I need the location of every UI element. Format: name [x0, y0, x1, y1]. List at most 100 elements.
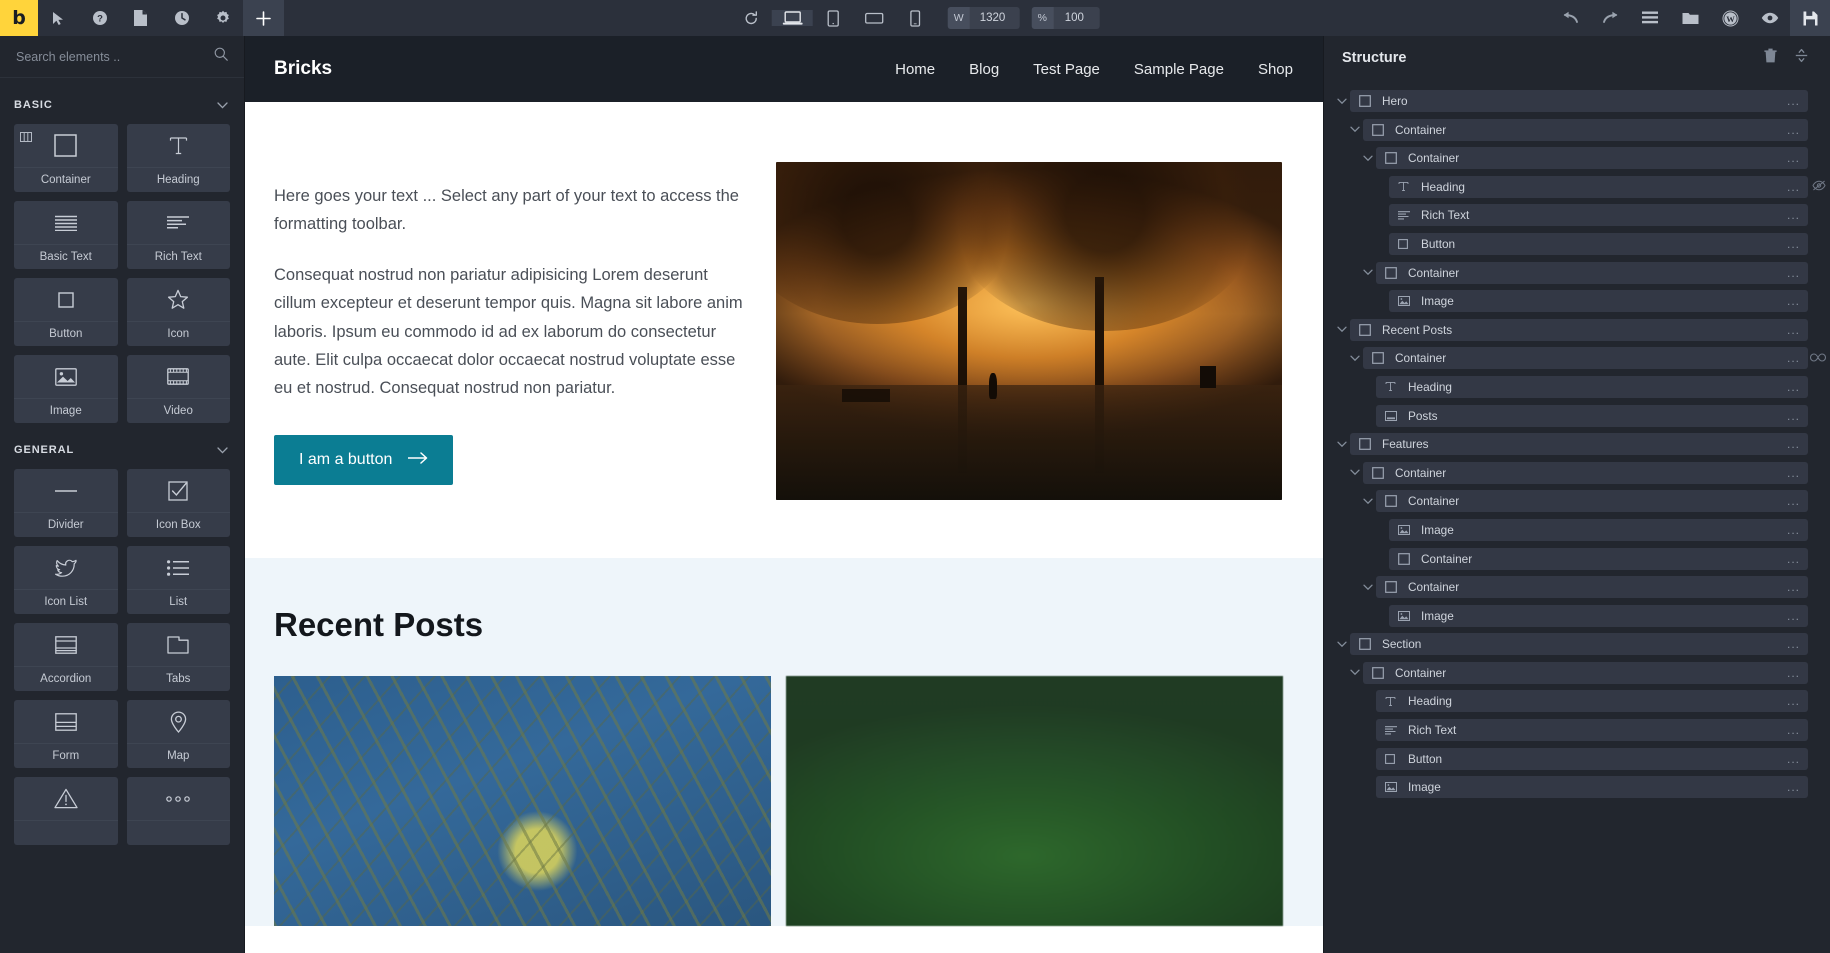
- cursor-icon[interactable]: [38, 0, 79, 36]
- structure-node-menu-button[interactable]: ...: [1787, 609, 1800, 623]
- bricks-logo-button[interactable]: b: [0, 0, 38, 36]
- structure-node-menu-button[interactable]: ...: [1787, 494, 1800, 508]
- post-thumbnail-image[interactable]: [786, 676, 1283, 926]
- chevron-down-icon[interactable]: [1334, 98, 1350, 105]
- structure-node-menu-button[interactable]: ...: [1787, 237, 1800, 251]
- element-tile-accordion[interactable]: Accordion: [14, 623, 118, 691]
- save-button[interactable]: [1790, 0, 1830, 36]
- structure-node-row[interactable]: Container...: [1363, 462, 1808, 484]
- structure-node-menu-button[interactable]: ...: [1787, 637, 1800, 651]
- redo-icon[interactable]: [1590, 0, 1630, 36]
- element-tile-image[interactable]: Image: [14, 355, 118, 423]
- post-card[interactable]: [274, 676, 771, 926]
- hero-paragraph-1[interactable]: Here goes your text ... Select any part …: [274, 182, 752, 239]
- recent-posts-section[interactable]: Recent Posts: [245, 558, 1323, 926]
- element-tile-icon[interactable]: Icon: [127, 278, 231, 346]
- structure-node-row[interactable]: Container...: [1389, 548, 1808, 570]
- canvas-zoom-field[interactable]: % 100: [1031, 7, 1099, 29]
- element-tile-list[interactable]: List: [127, 546, 231, 614]
- structure-node-menu-button[interactable]: ...: [1787, 694, 1800, 708]
- canvas-zoom-value[interactable]: 100: [1053, 7, 1099, 29]
- page-canvas[interactable]: Bricks Home Blog Test Page Sample Page S…: [245, 36, 1323, 953]
- templates-icon[interactable]: [1670, 0, 1710, 36]
- structure-node-menu-button[interactable]: ...: [1787, 123, 1800, 137]
- chevron-down-icon[interactable]: [1334, 326, 1350, 333]
- collapse-icon[interactable]: [1795, 48, 1808, 68]
- element-tile-video[interactable]: Video: [127, 355, 231, 423]
- element-tile-divider[interactable]: Divider: [14, 469, 118, 537]
- chevron-down-icon[interactable]: [217, 96, 228, 114]
- structure-node-row[interactable]: Container...: [1376, 262, 1808, 284]
- chevron-down-icon[interactable]: [1360, 269, 1376, 276]
- nav-item-blog[interactable]: Blog: [969, 61, 999, 78]
- desktop-icon[interactable]: [772, 10, 813, 26]
- element-tile-icon-list[interactable]: Icon List: [14, 546, 118, 614]
- add-element-button[interactable]: [243, 0, 284, 36]
- help-icon[interactable]: ?: [79, 0, 120, 36]
- structure-node-menu-button[interactable]: ...: [1787, 666, 1800, 680]
- chevron-down-icon[interactable]: [1334, 641, 1350, 648]
- structure-node-menu-button[interactable]: ...: [1787, 752, 1800, 766]
- page-icon[interactable]: [120, 0, 161, 36]
- nav-item-test-page[interactable]: Test Page: [1033, 61, 1100, 78]
- element-tile-rich-text[interactable]: Rich Text: [127, 201, 231, 269]
- structure-node-row[interactable]: Container...: [1376, 147, 1808, 169]
- search-icon[interactable]: [214, 47, 228, 66]
- hero-cta-button[interactable]: I am a button: [274, 435, 453, 485]
- structure-node-menu-button[interactable]: ...: [1787, 437, 1800, 451]
- chevron-down-icon[interactable]: [1360, 498, 1376, 505]
- structure-node-menu-button[interactable]: ...: [1787, 351, 1800, 365]
- structure-node-menu-button[interactable]: ...: [1787, 208, 1800, 222]
- nav-item-sample-page[interactable]: Sample Page: [1134, 61, 1224, 78]
- chevron-down-icon[interactable]: [1360, 584, 1376, 591]
- element-tile-icon-box[interactable]: Icon Box: [127, 469, 231, 537]
- canvas-width-field[interactable]: W 1320: [948, 7, 1020, 29]
- structure-node-row[interactable]: Heading...: [1376, 690, 1808, 712]
- chevron-down-icon[interactable]: [1360, 155, 1376, 162]
- structure-node-menu-button[interactable]: ...: [1787, 294, 1800, 308]
- structure-node-menu-button[interactable]: ...: [1787, 580, 1800, 594]
- element-tile-form[interactable]: Form: [14, 700, 118, 768]
- hero-section[interactable]: Here goes your text ... Select any part …: [245, 102, 1323, 500]
- undo-icon[interactable]: [1550, 0, 1590, 36]
- hero-image-container[interactable]: [776, 162, 1282, 500]
- post-card[interactable]: [786, 676, 1283, 926]
- recent-posts-heading[interactable]: Recent Posts: [274, 606, 1294, 644]
- structure-node-menu-button[interactable]: ...: [1787, 780, 1800, 794]
- structure-node-row[interactable]: Image...: [1389, 605, 1808, 627]
- element-tile-button[interactable]: Button: [14, 278, 118, 346]
- chevron-down-icon[interactable]: [1334, 441, 1350, 448]
- chevron-down-icon[interactable]: [1347, 469, 1363, 476]
- nav-item-home[interactable]: Home: [895, 61, 935, 78]
- mobile-icon[interactable]: [895, 10, 936, 27]
- chevron-down-icon[interactable]: [1347, 126, 1363, 133]
- structure-node-menu-button[interactable]: ...: [1787, 94, 1800, 108]
- structure-node-row[interactable]: Image...: [1389, 290, 1808, 312]
- gear-icon[interactable]: [202, 0, 243, 36]
- site-header[interactable]: Bricks Home Blog Test Page Sample Page S…: [245, 36, 1323, 102]
- element-tile-container[interactable]: Container: [14, 124, 118, 192]
- element-tile-heading[interactable]: Heading: [127, 124, 231, 192]
- structure-node-row[interactable]: Container...: [1376, 576, 1808, 598]
- structure-node-row[interactable]: Button...: [1389, 233, 1808, 255]
- preview-icon[interactable]: [1750, 0, 1790, 36]
- structure-node-row[interactable]: Heading...: [1376, 376, 1808, 398]
- eye-off-icon[interactable]: [1812, 178, 1826, 196]
- structure-node-row[interactable]: Heading...: [1389, 176, 1808, 198]
- search-input[interactable]: [16, 50, 201, 64]
- structure-node-menu-button[interactable]: ...: [1787, 266, 1800, 280]
- chevron-down-icon[interactable]: [217, 441, 228, 459]
- structure-node-row[interactable]: Features...: [1350, 433, 1808, 455]
- structure-node-row[interactable]: Container...: [1363, 662, 1808, 684]
- section-header-basic[interactable]: BASIC: [0, 78, 244, 124]
- structure-node-menu-button[interactable]: ...: [1787, 180, 1800, 194]
- structure-node-row[interactable]: Button...: [1376, 748, 1808, 770]
- structure-node-menu-button[interactable]: ...: [1787, 409, 1800, 423]
- element-tile-more[interactable]: [127, 777, 231, 845]
- structure-node-row[interactable]: Rich Text...: [1376, 719, 1808, 741]
- structure-node-menu-button[interactable]: ...: [1787, 151, 1800, 165]
- structure-node-row[interactable]: Image...: [1389, 519, 1808, 541]
- menu-icon[interactable]: [1630, 0, 1670, 36]
- structure-node-row[interactable]: Hero...: [1350, 90, 1808, 112]
- trash-icon[interactable]: [1764, 48, 1777, 68]
